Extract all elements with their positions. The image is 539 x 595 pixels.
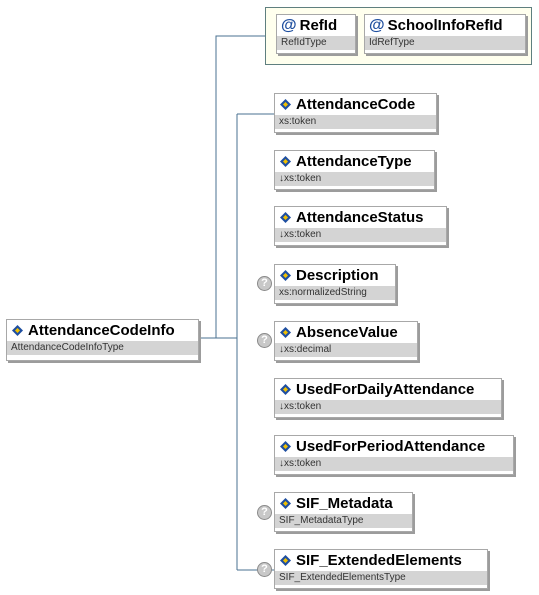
element-type: ↓xs:token — [275, 400, 501, 414]
element-type: ↓xs:token — [275, 172, 434, 186]
element-diamond-icon — [280, 384, 291, 395]
connector-lines — [199, 35, 274, 571]
element-type: AttendanceCodeInfoType — [7, 341, 198, 355]
element-type: SIF_MetadataType — [275, 514, 412, 528]
attribute-refid[interactable]: @ RefId RefIdType — [276, 14, 356, 54]
root-to-attributes-connector — [199, 35, 265, 339]
element-diamond-icon — [280, 99, 291, 110]
element-diamond-icon — [280, 270, 291, 281]
attribute-schoolinforefid[interactable]: @ SchoolInfoRefId IdRefType — [364, 14, 526, 54]
element-diamond-icon — [280, 212, 291, 223]
element-name: SIF_ExtendedElements — [296, 552, 462, 569]
element-name: AttendanceCodeInfo — [28, 322, 175, 339]
element-diamond-icon — [280, 156, 291, 167]
element-diamond-icon — [280, 498, 291, 509]
attribute-name: RefId — [299, 17, 338, 34]
attribute-name: SchoolInfoRefId — [387, 17, 503, 34]
question-mark-icon: ? — [257, 333, 272, 348]
element-name: UsedForDailyAttendance — [296, 381, 475, 398]
at-sign-icon: @ — [369, 16, 385, 34]
element-sif-extendedelements[interactable]: SIF_ExtendedElements SIF_ExtendedElement… — [274, 549, 488, 589]
element-attendancetype[interactable]: AttendanceType ↓xs:token — [274, 150, 435, 190]
element-name: Description — [296, 267, 379, 284]
element-name: UsedForPeriodAttendance — [296, 438, 486, 455]
question-mark-icon: ? — [257, 562, 272, 577]
element-type: ↓xs:decimal — [275, 343, 417, 357]
element-description[interactable]: Description xs:normalizedString — [274, 264, 396, 304]
element-type: ↓xs:token — [275, 457, 513, 471]
element-name: AttendanceType — [296, 153, 412, 170]
element-name: AttendanceCode — [296, 96, 416, 113]
element-name: AttendanceStatus — [296, 209, 424, 226]
element-usedfordailyattendance[interactable]: UsedForDailyAttendance ↓xs:token — [274, 378, 502, 418]
root-element-attendancecodeinfo[interactable]: AttendanceCodeInfo AttendanceCodeInfoTyp… — [6, 319, 199, 361]
element-attendancestatus[interactable]: AttendanceStatus ↓xs:token — [274, 206, 447, 246]
attribute-type: IdRefType — [365, 36, 525, 50]
element-diamond-icon — [12, 325, 23, 336]
element-type: xs:normalizedString — [275, 286, 395, 300]
element-attendancecode[interactable]: AttendanceCode xs:token — [274, 93, 437, 133]
element-sif-metadata[interactable]: SIF_Metadata SIF_MetadataType — [274, 492, 413, 532]
element-name: SIF_Metadata — [296, 495, 393, 512]
at-sign-icon: @ — [281, 16, 297, 34]
attribute-type: RefIdType — [277, 36, 355, 50]
schema-diagram: @ RefId RefIdType @ SchoolInfoRefId IdRe… — [0, 0, 539, 595]
question-mark-icon: ? — [257, 276, 272, 291]
question-mark-icon: ? — [257, 505, 272, 520]
element-absencevalue[interactable]: AbsenceValue ↓xs:decimal — [274, 321, 418, 361]
element-diamond-icon — [280, 555, 291, 566]
element-name: AbsenceValue — [296, 324, 398, 341]
element-type: SIF_ExtendedElementsType — [275, 571, 487, 585]
element-type: ↓xs:token — [275, 228, 446, 242]
element-usedforperiodattendance[interactable]: UsedForPeriodAttendance ↓xs:token — [274, 435, 514, 475]
element-type: xs:token — [275, 115, 436, 129]
attribute-group: @ RefId RefIdType @ SchoolInfoRefId IdRe… — [265, 7, 532, 65]
element-diamond-icon — [280, 441, 291, 452]
element-diamond-icon — [280, 327, 291, 338]
